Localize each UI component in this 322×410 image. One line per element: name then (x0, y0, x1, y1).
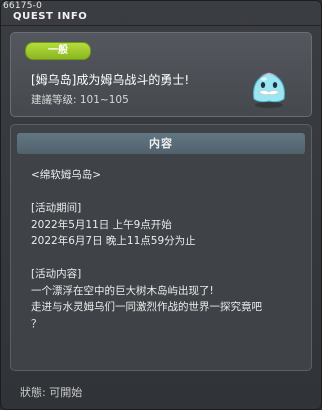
category-badge: 一般 (25, 42, 91, 60)
content-header: 内容 (17, 133, 305, 154)
quest-summary-panel: 一般 [姆乌岛]成为姆乌战斗的勇士! 建議等级: 101~105 (10, 32, 312, 117)
details-line-1: 一个漂浮在空中的巨大树木岛屿出现了! (31, 284, 214, 297)
slime-mascot-icon (253, 72, 285, 108)
period-end: 2022年6月7日 晚上11点59分为止 (31, 235, 196, 247)
content-panel: 内容 <绵软姆乌岛> [活动期间] 2022年5月11日 上午9点开始 2022… (10, 124, 312, 371)
details-line-2: 走进与水灵姆乌们一同激烈作战的世界一探究竟吧 (31, 301, 262, 313)
window-id: 66175-0 (3, 1, 43, 11)
period-label: [活动期间] (31, 202, 82, 214)
quest-name: [姆乌岛]成为姆乌战斗的勇士! (31, 73, 190, 87)
window-title[interactable]: QUEST INFO (13, 11, 87, 22)
quest-status: 狀態: 可開始 (20, 386, 83, 399)
title-divider (1, 25, 321, 26)
period-start: 2022年5月11日 上午9点开始 (31, 218, 172, 231)
event-title: <绵软姆乌岛> (31, 169, 102, 181)
recommended-level: 建議等级: 101~105 (31, 94, 129, 106)
details-line-3: ？ (31, 317, 42, 330)
details-label: [活动内容] (31, 268, 82, 280)
quest-info-window: 66175-0 QUEST INFO 一般 [姆乌岛]成为姆乌战斗的勇士! 建議… (0, 0, 322, 410)
content-body: <绵软姆乌岛> [活动期间] 2022年5月11日 上午9点开始 2022年6月… (31, 167, 303, 332)
